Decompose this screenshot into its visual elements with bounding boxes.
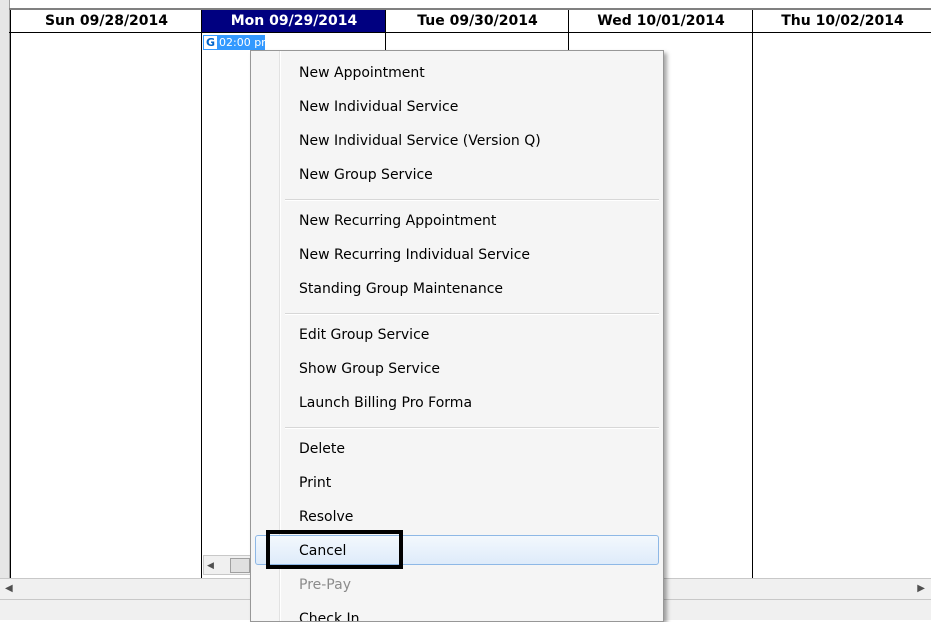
menu-item-new-recurring-appointment[interactable]: New Recurring Appointment bbox=[299, 209, 496, 233]
day-header-mon[interactable]: Mon 09/29/2014 bbox=[202, 10, 386, 32]
menu-item-edit-group-service[interactable]: Edit Group Service bbox=[299, 323, 429, 347]
arrow-right-icon[interactable]: ▶ bbox=[917, 579, 925, 599]
left-border bbox=[0, 0, 10, 600]
day-column-sun[interactable]: Sun 09/28/2014 bbox=[10, 10, 202, 578]
arrow-left-icon[interactable]: ◀ bbox=[207, 556, 214, 574]
menu-separator bbox=[285, 313, 659, 315]
day-header-tue[interactable]: Tue 09/30/2014 bbox=[386, 10, 569, 32]
menu-item-new-individual-service-version-q[interactable]: New Individual Service (Version Q) bbox=[299, 129, 541, 153]
menu-item-resolve[interactable]: Resolve bbox=[299, 505, 353, 529]
menu-item-new-group-service[interactable]: New Group Service bbox=[299, 163, 433, 187]
menu-item-pre-pay: Pre-Pay bbox=[299, 577, 351, 593]
header-divider bbox=[9, 32, 931, 33]
menu-item-new-recurring-individual-service[interactable]: New Recurring Individual Service bbox=[299, 243, 530, 267]
menu-item-launch-billing-pro-forma[interactable]: Launch Billing Pro Forma bbox=[299, 391, 472, 415]
menu-separator bbox=[285, 199, 659, 201]
menu-item-new-appointment[interactable]: New Appointment bbox=[299, 61, 425, 85]
menu-item-show-group-service[interactable]: Show Group Service bbox=[299, 357, 440, 381]
day-column-thu[interactable]: Thu 10/02/2014 bbox=[752, 10, 931, 578]
menu-item-delete[interactable]: Delete bbox=[299, 437, 345, 461]
menu-item-standing-group-maintenance[interactable]: Standing Group Maintenance bbox=[299, 277, 503, 301]
menu-item-new-individual-service[interactable]: New Individual Service bbox=[299, 95, 458, 119]
scrollbar-thumb[interactable] bbox=[230, 558, 250, 573]
column-scrollbar[interactable]: ◀ bbox=[203, 555, 253, 575]
group-badge-icon: G bbox=[204, 36, 217, 49]
menu-separator bbox=[285, 427, 659, 429]
day-header-wed[interactable]: Wed 10/01/2014 bbox=[569, 10, 753, 32]
day-header-thu[interactable]: Thu 10/02/2014 bbox=[753, 10, 931, 32]
menu-item-print[interactable]: Print bbox=[299, 471, 331, 495]
arrow-left-icon[interactable]: ◀ bbox=[5, 579, 13, 599]
appointment-block[interactable]: G 02:00 pm REHAB GROUP bbox=[203, 35, 265, 50]
day-header-sun[interactable]: Sun 09/28/2014 bbox=[11, 10, 202, 32]
annotation-highlight-box bbox=[266, 530, 403, 569]
appointment-text: 02:00 pm REHAB GROUP bbox=[219, 36, 265, 49]
